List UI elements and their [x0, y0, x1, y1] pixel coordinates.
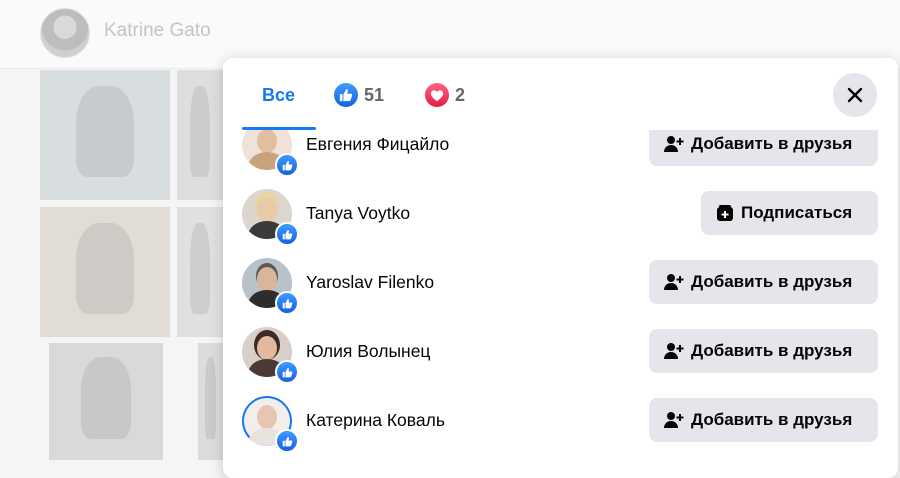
- like-badge-icon: [275, 153, 299, 177]
- add-friend-icon: [664, 343, 684, 359]
- add-friend-icon: [664, 412, 684, 428]
- photo-thumbnail[interactable]: [49, 343, 163, 460]
- photo-thumbnail[interactable]: [40, 70, 170, 200]
- like-icon: [334, 83, 358, 107]
- list-item: Yaroslav Filenko Добавить в друзья: [223, 253, 898, 315]
- like-badge-icon: [275, 360, 299, 384]
- like-badge-icon: [275, 222, 299, 246]
- follow-icon: [717, 205, 733, 221]
- photo-thumbnail[interactable]: [177, 207, 223, 337]
- tab-love[interactable]: 2: [425, 82, 465, 108]
- profile-avatar[interactable]: [40, 8, 90, 58]
- person-name[interactable]: Юлия Волынец: [306, 341, 430, 362]
- person-name[interactable]: Tanya Voytko: [306, 203, 410, 224]
- photo-thumbnail[interactable]: [40, 207, 170, 337]
- add-friend-label: Добавить в друзья: [691, 341, 853, 360]
- follow-label: Подписаться: [741, 203, 853, 222]
- add-friend-button[interactable]: Добавить в друзья: [649, 398, 878, 442]
- add-friend-button[interactable]: Добавить в друзья: [649, 260, 878, 304]
- active-tab-indicator: [242, 127, 316, 130]
- add-friend-icon: [664, 274, 684, 290]
- tab-like[interactable]: 51: [334, 82, 384, 108]
- close-icon: [847, 87, 863, 103]
- person-name[interactable]: Yaroslav Filenko: [306, 272, 434, 293]
- like-badge-icon: [275, 429, 299, 453]
- list-item: Tanya Voytko Подписаться: [223, 184, 898, 246]
- like-badge-icon: [275, 291, 299, 315]
- add-friend-label: Добавить в друзья: [691, 410, 853, 429]
- add-friend-label: Добавить в друзья: [691, 134, 853, 153]
- add-friend-icon: [664, 136, 684, 152]
- list-item: Юлия Волынец Добавить в друзья: [223, 322, 898, 384]
- add-friend-button[interactable]: Добавить в друзья: [649, 329, 878, 373]
- reactions-dialog: Все 51 2 Евгения Фицайло Добавить в друз…: [223, 58, 898, 478]
- tab-all[interactable]: Все: [262, 82, 295, 108]
- add-friend-label: Добавить в друзья: [691, 272, 853, 291]
- follow-button[interactable]: Подписаться: [701, 191, 878, 235]
- reaction-tabs: Все 51 2: [223, 58, 898, 130]
- list-item: Катерина Коваль Добавить в друзья: [223, 391, 898, 453]
- photo-thumbnail[interactable]: [198, 343, 223, 460]
- heart-icon: [425, 83, 449, 107]
- profile-name[interactable]: Katrine Gato: [104, 20, 211, 42]
- close-button[interactable]: [833, 73, 877, 117]
- person-name[interactable]: Евгения Фицайло: [306, 134, 449, 155]
- love-count: 2: [455, 84, 466, 105]
- like-count: 51: [364, 84, 385, 105]
- person-name[interactable]: Катерина Коваль: [306, 410, 445, 431]
- photo-thumbnail[interactable]: [177, 70, 223, 200]
- tab-all-label: Все: [262, 84, 296, 105]
